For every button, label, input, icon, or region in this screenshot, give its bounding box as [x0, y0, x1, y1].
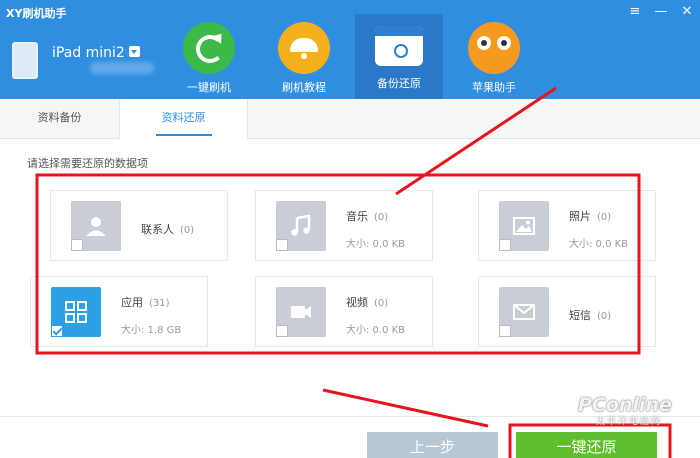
photo-icon [513, 217, 535, 235]
annotation-arrow-bottom [322, 388, 489, 428]
footer-divider [0, 416, 700, 417]
card-size: 大小: 0.0 KB [569, 239, 629, 250]
main-nav: 一键刷机 刷机教程 备份还原 苹果助手 [165, 14, 545, 99]
device-selector[interactable]: iPad mini2 [38, 42, 154, 74]
card-title: 应用 (31) [121, 296, 170, 309]
card-icon-box [499, 287, 549, 337]
select-prompt: 请选择需要还原的数据项 [27, 157, 148, 170]
card-count: (31) [149, 298, 170, 309]
nav-label: 备份还原 [377, 77, 421, 90]
card-size: 大小: 0.0 KB [346, 325, 406, 336]
tab-label: 资料还原 [155, 102, 212, 136]
refresh-icon [183, 22, 235, 74]
device-info: iPad mini2 [12, 42, 154, 79]
sub-tabs: 资料备份 资料还原 [0, 99, 700, 139]
card-messages[interactable]: 短信 (0) [478, 276, 656, 347]
card-count: (0) [374, 298, 389, 309]
previous-step-button[interactable]: 上一步 [367, 432, 498, 458]
card-count: (0) [597, 311, 612, 322]
card-title: 音乐 (0) [346, 210, 389, 223]
card-title: 视频 (0) [346, 296, 389, 309]
watermark-brand: PConline [578, 394, 672, 416]
card-icon-box [499, 201, 549, 251]
nav-backup-restore[interactable]: 备份还原 [355, 14, 443, 99]
music-icon [291, 214, 311, 236]
tab-data-restore[interactable]: 资料还原 [120, 99, 248, 139]
app-title: XY刷机助手 [6, 7, 67, 20]
owl-icon [468, 22, 520, 74]
card-music[interactable]: 音乐 (0) 大小: 0.0 KB [255, 190, 433, 261]
watermark-subtitle: 太平洋电脑网 [596, 417, 663, 427]
backup-icon [375, 26, 423, 66]
card-video[interactable]: 视频 (0) 大小: 0.0 KB [255, 276, 433, 347]
nav-flash-tutorial[interactable]: 刷机教程 [260, 14, 348, 99]
menu-icon[interactable]: ≡ [626, 3, 644, 21]
apps-icon [65, 301, 87, 323]
card-size: 大小: 0.0 KB [346, 239, 406, 250]
chevron-down-icon[interactable] [128, 46, 140, 57]
nav-label: 苹果助手 [472, 81, 516, 94]
minimize-icon[interactable]: — [652, 3, 670, 21]
contacts-checkbox[interactable] [71, 239, 83, 251]
app-header: XY刷机助手 ≡ — ✕ iPad mini2 一键刷机 刷机教程 备份还原 苹… [0, 0, 700, 99]
card-title: 联系人 (0) [141, 223, 195, 236]
nav-one-click-flash[interactable]: 一键刷机 [165, 14, 253, 99]
contacts-icon [86, 217, 106, 236]
card-title: 照片 (0) [569, 210, 612, 223]
card-apps[interactable]: 应用 (31) 大小: 1.8 GB [30, 276, 208, 347]
card-icon-box [51, 287, 101, 337]
card-icon-box [276, 287, 326, 337]
window-controls: ≡ — ✕ [626, 3, 696, 21]
card-count: (0) [180, 225, 195, 236]
nav-label: 刷机教程 [282, 81, 326, 94]
tab-data-backup[interactable]: 资料备份 [0, 99, 120, 139]
device-subtitle-blurred [90, 62, 154, 74]
card-size: 大小: 1.8 GB [121, 325, 182, 336]
photos-checkbox[interactable] [499, 239, 511, 251]
close-icon[interactable]: ✕ [678, 3, 696, 21]
card-photos[interactable]: 照片 (0) 大小: 0.0 KB [478, 190, 656, 261]
card-icon-box [276, 201, 326, 251]
video-checkbox[interactable] [276, 325, 288, 337]
card-icon-box [71, 201, 121, 251]
message-icon [513, 304, 535, 320]
card-count: (0) [597, 212, 612, 223]
card-title: 短信 (0) [569, 309, 612, 322]
nav-apple-assistant[interactable]: 苹果助手 [450, 14, 538, 99]
ipad-device-icon [12, 42, 38, 79]
messages-checkbox[interactable] [499, 325, 511, 337]
apps-checkbox[interactable] [51, 325, 63, 337]
lamp-icon [278, 22, 330, 74]
music-checkbox[interactable] [276, 239, 288, 251]
card-count: (0) [374, 212, 389, 223]
nav-label: 一键刷机 [187, 81, 231, 94]
one-click-restore-button[interactable]: 一键还原 [516, 432, 657, 458]
device-name: iPad mini2 [52, 45, 125, 61]
card-contacts[interactable]: 联系人 (0) [50, 190, 228, 261]
video-icon [291, 306, 311, 318]
tab-label: 资料备份 [37, 111, 82, 124]
